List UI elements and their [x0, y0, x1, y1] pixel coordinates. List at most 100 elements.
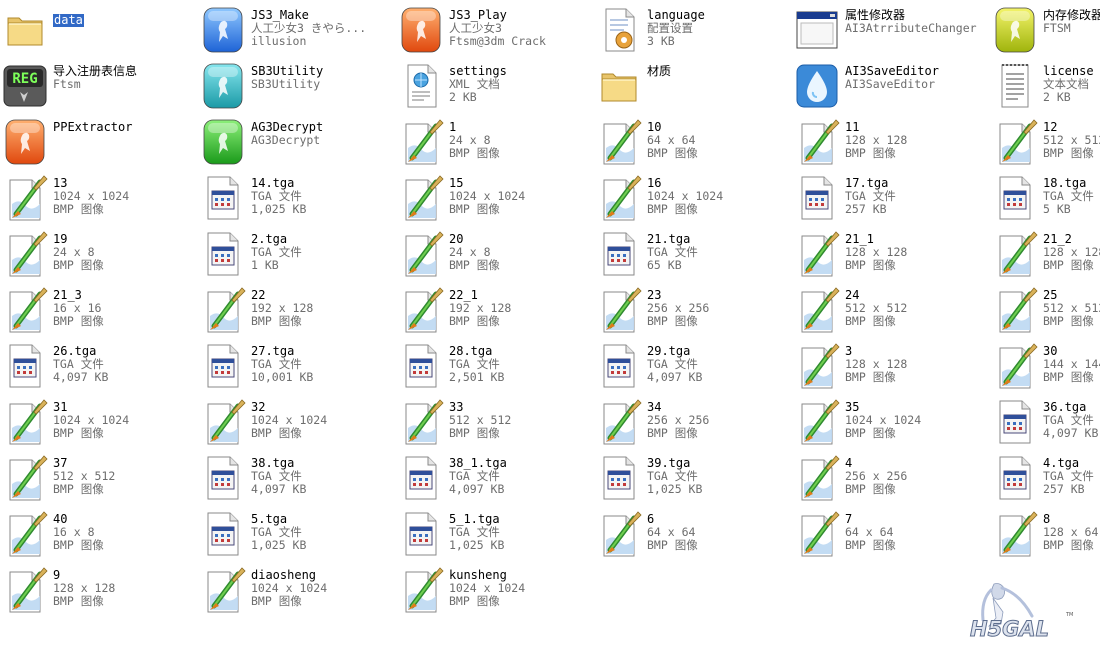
- file-item[interactable]: 32 1024 x 1024 BMP 图像: [198, 396, 396, 452]
- file-item[interactable]: 15 1024 x 1024 BMP 图像: [396, 172, 594, 228]
- file-detail-line2: 1,025 KB: [449, 538, 505, 552]
- file-item-text: 16 1024 x 1024 BMP 图像: [647, 177, 792, 216]
- file-name: data: [53, 13, 84, 27]
- file-item[interactable]: 9 128 x 128 BMP 图像: [0, 564, 198, 620]
- file-item[interactable]: 5.tga TGA 文件 1,025 KB: [198, 508, 396, 564]
- file-detail-line2: BMP 图像: [449, 426, 500, 440]
- bmp-image-icon: [794, 342, 840, 390]
- file-item-text: 10 64 x 64 BMP 图像: [647, 121, 792, 160]
- file-item[interactable]: 11 128 x 128 BMP 图像: [792, 116, 990, 172]
- file-item-text: 34 256 x 256 BMP 图像: [647, 401, 792, 440]
- app-orange-icon: [2, 118, 48, 166]
- file-detail-line2: BMP 图像: [647, 314, 698, 328]
- reg-icon: REG: [2, 62, 48, 110]
- tga-file-icon: [992, 174, 1038, 222]
- file-detail-line2: BMP 图像: [53, 202, 104, 216]
- file-item[interactable]: 39.tga TGA 文件 1,025 KB: [594, 452, 792, 508]
- file-item[interactable]: language 配置设置 3 KB: [594, 4, 792, 60]
- file-item[interactable]: 29.tga TGA 文件 4,097 KB: [594, 340, 792, 396]
- file-detail-line2: 2 KB: [1043, 90, 1071, 104]
- file-detail-line2: BMP 图像: [449, 314, 500, 328]
- file-detail-line1: FTSM: [1043, 21, 1071, 35]
- tga-file-icon: [992, 454, 1038, 502]
- file-item[interactable]: 12 512 x 512 BMP 图像: [990, 116, 1100, 172]
- file-item-text: 39.tga TGA 文件 1,025 KB: [647, 457, 792, 496]
- file-item[interactable]: kunsheng 1024 x 1024 BMP 图像: [396, 564, 594, 620]
- file-item[interactable]: diaosheng 1024 x 1024 BMP 图像: [198, 564, 396, 620]
- file-item[interactable]: JS3_Play 人工少女3 Ftsm@3dm Crack: [396, 4, 594, 60]
- file-item-text: AG3Decrypt AG3Decrypt: [251, 121, 396, 160]
- file-item[interactable]: 6 64 x 64 BMP 图像: [594, 508, 792, 564]
- file-item[interactable]: 18.tga TGA 文件 5 KB: [990, 172, 1100, 228]
- file-detail-line2: BMP 图像: [449, 594, 500, 608]
- file-detail-line2: [251, 147, 396, 160]
- svg-text:H5GAL: H5GAL: [970, 617, 1049, 641]
- file-item[interactable]: 21_1 128 x 128 BMP 图像: [792, 228, 990, 284]
- file-detail-line2: 2,501 KB: [449, 370, 505, 384]
- file-item[interactable]: data: [0, 4, 198, 60]
- file-item-text: settings XML 文档 2 KB: [449, 65, 594, 104]
- file-item[interactable]: SB3Utility SB3Utility: [198, 60, 396, 116]
- file-item[interactable]: 16 1024 x 1024 BMP 图像: [594, 172, 792, 228]
- file-item[interactable]: 21_2 128 x 128 BMP 图像: [990, 228, 1100, 284]
- file-item[interactable]: 24 512 x 512 BMP 图像: [792, 284, 990, 340]
- file-item[interactable]: 17.tga TGA 文件 257 KB: [792, 172, 990, 228]
- file-item[interactable]: 35 1024 x 1024 BMP 图像: [792, 396, 990, 452]
- file-item[interactable]: 7 64 x 64 BMP 图像: [792, 508, 990, 564]
- file-item[interactable]: 31 1024 x 1024 BMP 图像: [0, 396, 198, 452]
- file-item-text: JS3_Make 人工少女3 きやら... illusion: [251, 9, 396, 48]
- file-item-text: 21_2 128 x 128 BMP 图像: [1043, 233, 1100, 272]
- window-icon: [794, 6, 840, 54]
- file-item[interactable]: 14.tga TGA 文件 1,025 KB: [198, 172, 396, 228]
- file-item[interactable]: 30 144 x 144 BMP 图像: [990, 340, 1100, 396]
- file-item[interactable]: 34 256 x 256 BMP 图像: [594, 396, 792, 452]
- file-item[interactable]: 21_3 16 x 16 BMP 图像: [0, 284, 198, 340]
- file-item[interactable]: 33 512 x 512 BMP 图像: [396, 396, 594, 452]
- bmp-image-icon: [596, 174, 642, 222]
- file-item[interactable]: AI3SaveEditor AI3SaveEditor: [792, 60, 990, 116]
- file-item[interactable]: 40 16 x 8 BMP 图像: [0, 508, 198, 564]
- file-item-text: JS3_Play 人工少女3 Ftsm@3dm Crack: [449, 9, 594, 48]
- file-item[interactable]: 22_1 192 x 128 BMP 图像: [396, 284, 594, 340]
- file-item[interactable]: 13 1024 x 1024 BMP 图像: [0, 172, 198, 228]
- file-item[interactable]: 38_1.tga TGA 文件 4,097 KB: [396, 452, 594, 508]
- file-item[interactable]: AG3Decrypt AG3Decrypt: [198, 116, 396, 172]
- file-detail-line2: 1,025 KB: [647, 482, 703, 496]
- file-item[interactable]: settings XML 文档 2 KB: [396, 60, 594, 116]
- file-item[interactable]: 25 512 x 512 BMP 图像: [990, 284, 1100, 340]
- file-item[interactable]: 37 512 x 512 BMP 图像: [0, 452, 198, 508]
- file-item[interactable]: 36.tga TGA 文件 4,097 KB: [990, 396, 1100, 452]
- file-item[interactable]: 23 256 x 256 BMP 图像: [594, 284, 792, 340]
- file-item[interactable]: 内存修改器 FTSM: [990, 4, 1100, 60]
- file-item[interactable]: JS3_Make 人工少女3 きやら... illusion: [198, 4, 396, 60]
- file-item[interactable]: 3 128 x 128 BMP 图像: [792, 340, 990, 396]
- file-item[interactable]: PPExtractor: [0, 116, 198, 172]
- bmp-image-icon: [992, 230, 1038, 278]
- file-detail-line2: BMP 图像: [53, 538, 104, 552]
- file-item[interactable]: 26.tga TGA 文件 4,097 KB: [0, 340, 198, 396]
- file-item[interactable]: 38.tga TGA 文件 4,097 KB: [198, 452, 396, 508]
- file-item[interactable]: 28.tga TGA 文件 2,501 KB: [396, 340, 594, 396]
- file-item[interactable]: REG 导入注册表信息 Ftsm: [0, 60, 198, 116]
- file-item[interactable]: 21.tga TGA 文件 65 KB: [594, 228, 792, 284]
- svg-text:REG: REG: [12, 71, 37, 87]
- file-item[interactable]: 4.tga TGA 文件 257 KB: [990, 452, 1100, 508]
- file-item[interactable]: 2.tga TGA 文件 1 KB: [198, 228, 396, 284]
- file-item[interactable]: 19 24 x 8 BMP 图像: [0, 228, 198, 284]
- file-item[interactable]: 10 64 x 64 BMP 图像: [594, 116, 792, 172]
- bmp-image-icon: [992, 342, 1038, 390]
- file-item[interactable]: 22 192 x 128 BMP 图像: [198, 284, 396, 340]
- file-item[interactable]: 1 24 x 8 BMP 图像: [396, 116, 594, 172]
- file-detail-line2: BMP 图像: [647, 426, 698, 440]
- file-detail-line2: illusion: [251, 34, 307, 48]
- file-item[interactable]: 27.tga TGA 文件 10,001 KB: [198, 340, 396, 396]
- svg-text:TM: TM: [1065, 612, 1073, 618]
- file-item[interactable]: 4 256 x 256 BMP 图像: [792, 452, 990, 508]
- file-item[interactable]: 20 24 x 8 BMP 图像: [396, 228, 594, 284]
- file-item[interactable]: 材质: [594, 60, 792, 116]
- file-item[interactable]: 属性修改器 AI3AtrributeChanger: [792, 4, 990, 60]
- file-item[interactable]: 5_1.tga TGA 文件 1,025 KB: [396, 508, 594, 564]
- file-item[interactable]: license 文本文档 2 KB: [990, 60, 1100, 116]
- file-item[interactable]: 8 128 x 64 BMP 图像: [990, 508, 1100, 564]
- file-detail-line2: Ftsm@3dm Crack: [449, 34, 546, 48]
